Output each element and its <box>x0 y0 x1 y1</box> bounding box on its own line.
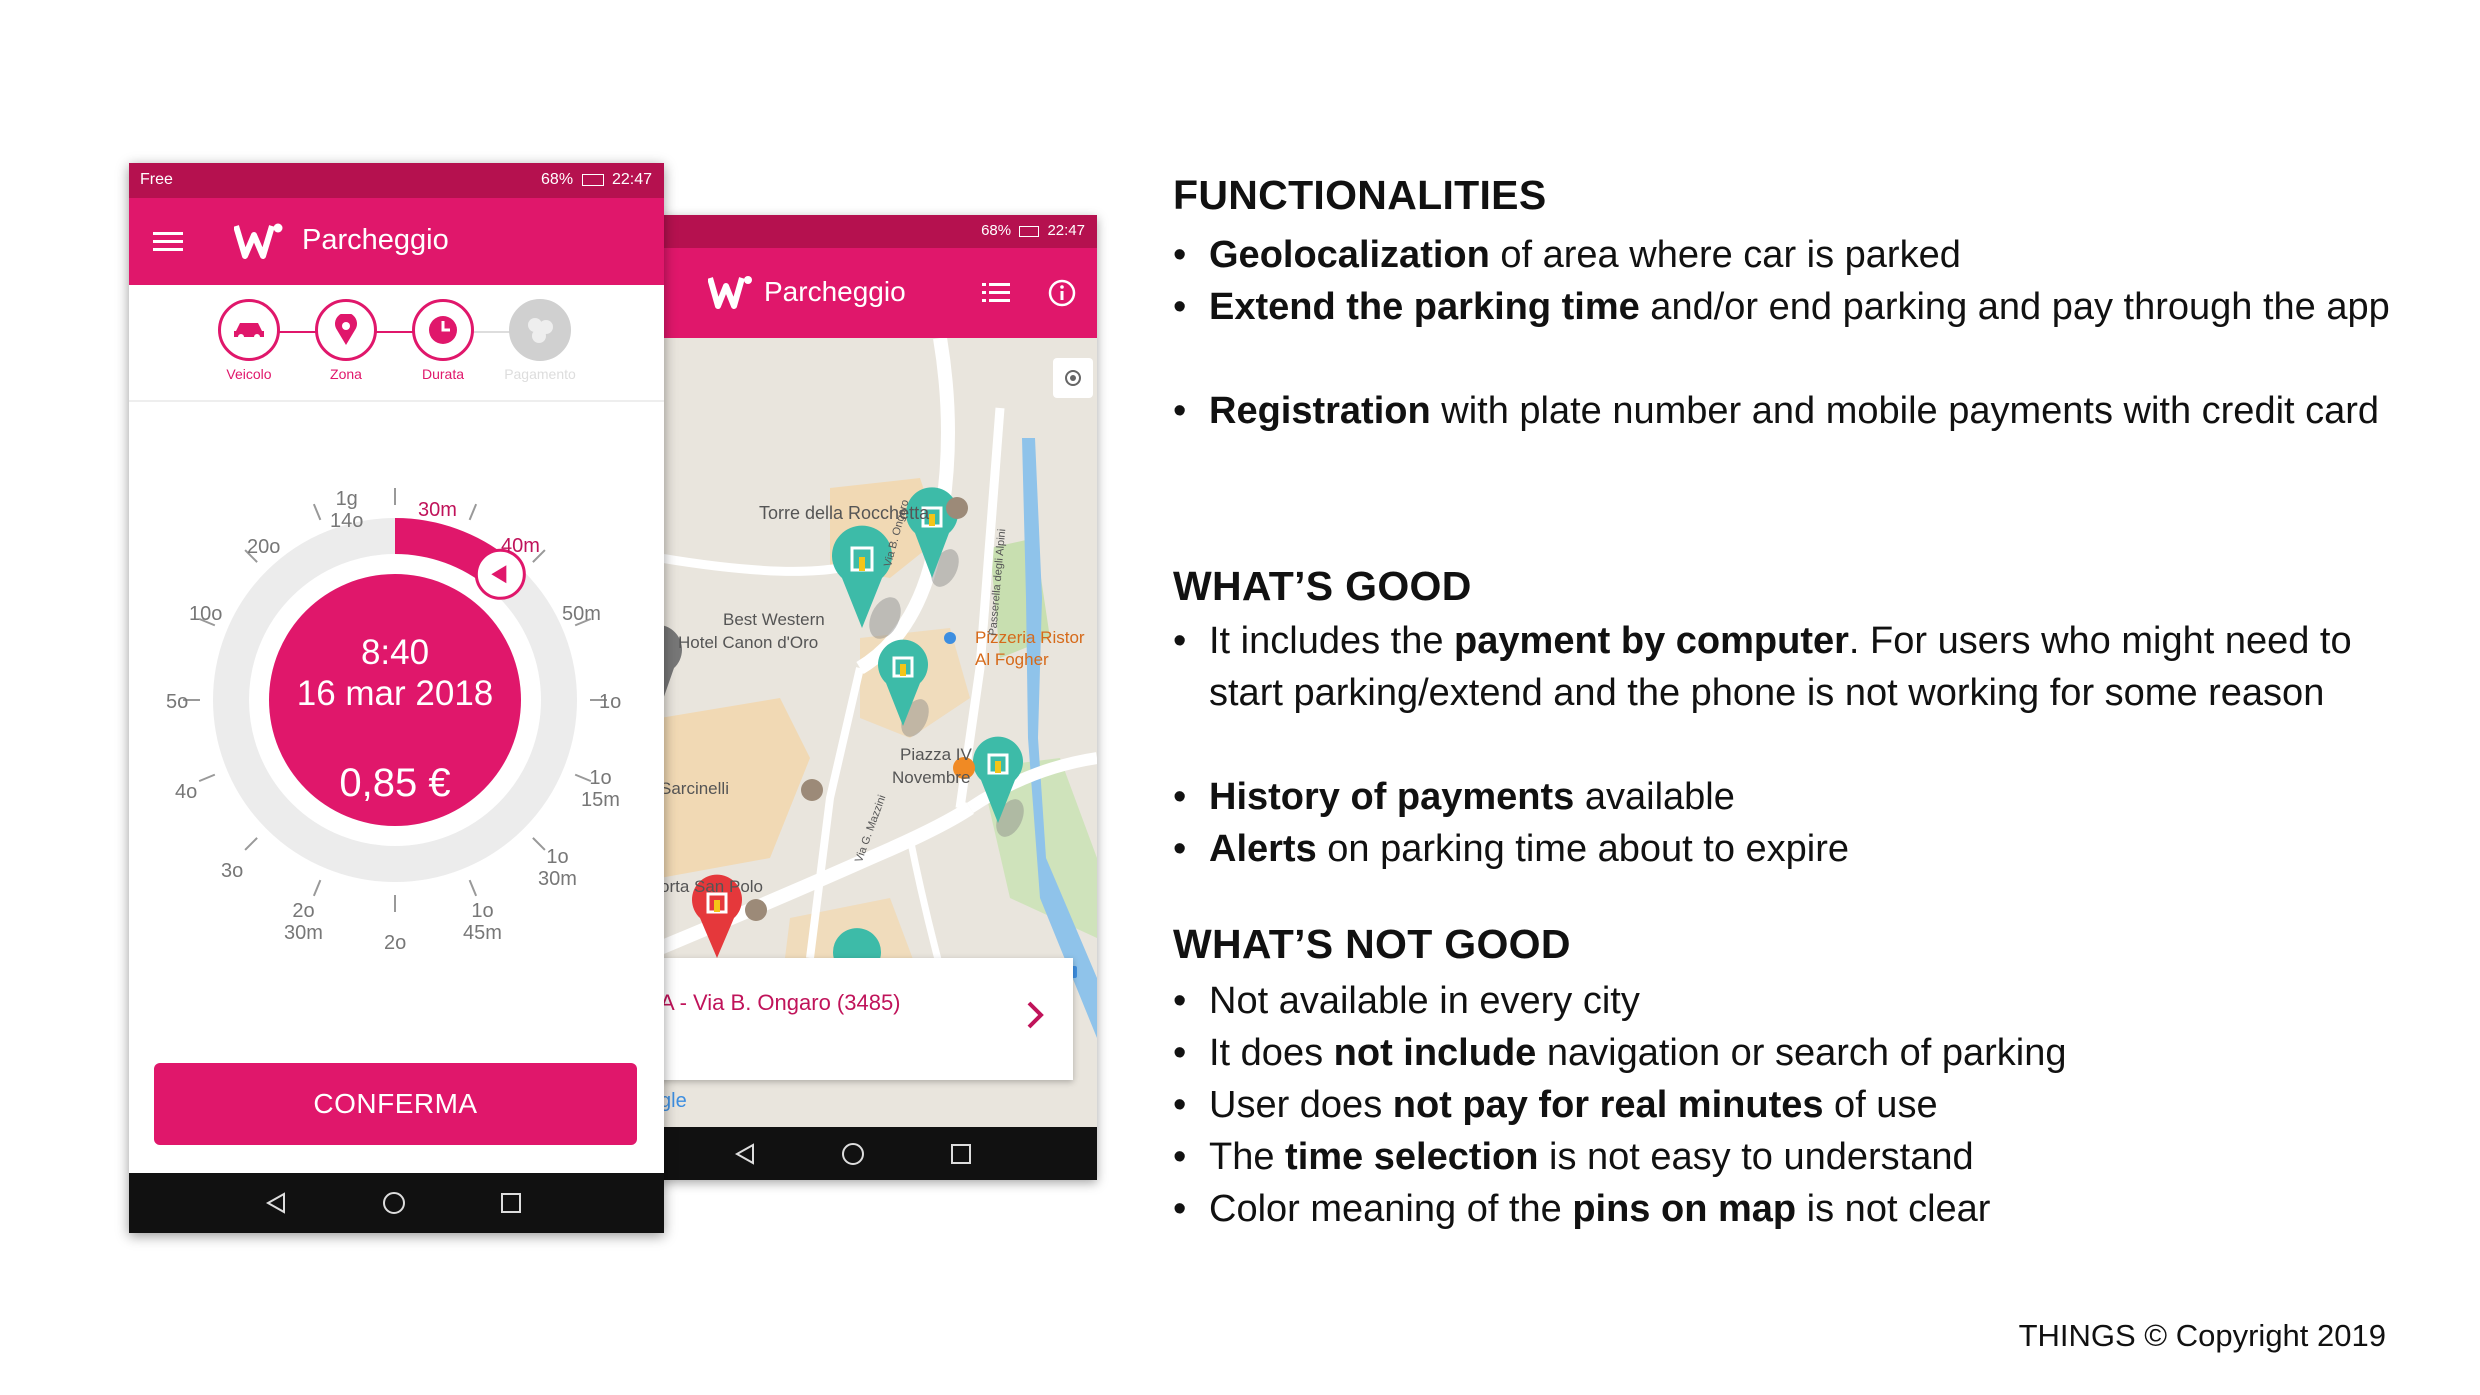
google-attribution: gle <box>660 1090 687 1112</box>
coins-icon <box>509 299 571 361</box>
step-label: Pagamento <box>504 366 576 382</box>
whats-not-good-heading: WHAT’S NOT GOOD <box>1173 921 1571 967</box>
end-date: 16 mar 2018 <box>296 674 494 713</box>
app-bar: Parcheggio <box>129 198 664 285</box>
app-title: Parcheggio <box>302 224 449 256</box>
dial-handle[interactable] <box>474 548 526 600</box>
parking-info-card[interactable]: A - Via B. Ongaro (3485) <box>660 958 1073 1080</box>
dial-label: 1o <box>599 691 622 713</box>
car-icon <box>218 299 280 361</box>
end-time: 8:40 <box>360 633 430 672</box>
home-nav-icon[interactable] <box>381 1190 407 1216</box>
dial-label: 1o 15m <box>581 767 620 811</box>
back-nav-icon[interactable] <box>733 1142 757 1166</box>
list-item: • User does not pay for real minutes of u… <box>1173 1084 1938 1126</box>
app-logo-icon <box>708 276 752 309</box>
status-indicators: 68% 22:47 <box>541 171 652 189</box>
app-logo-icon <box>234 223 283 259</box>
step-vehicle[interactable]: Veicolo <box>204 299 294 382</box>
list-item: • Geolocalization of area where car is pa… <box>1173 234 1961 276</box>
info-icon[interactable] <box>1047 278 1077 308</box>
status-bar: 68% 22:47 <box>660 215 1097 248</box>
chevron-right-icon[interactable] <box>1026 1000 1044 1030</box>
carrier-name: Free <box>140 171 173 188</box>
dial-label: 1g 14o <box>330 488 364 532</box>
map-label: Hotel Canon d'Oro <box>678 633 819 652</box>
map-phone-screenshot: 68% 22:47 Parcheggio Torre della Rocchet… <box>660 215 1097 1180</box>
step-label: Zona <box>330 366 362 382</box>
map-label: orta San Polo <box>660 877 764 896</box>
dial-label: 2o 30m <box>284 900 323 944</box>
android-nav-bar <box>129 1173 664 1233</box>
status-bar: Free 68% 22:47 <box>129 163 664 198</box>
map-label: Al Fogher <box>975 650 1049 669</box>
step-label: Veicolo <box>226 366 272 382</box>
list-item: • Not available in every city <box>1173 980 1640 1022</box>
status-indicators: 68% 22:47 <box>981 222 1085 239</box>
timer-phone-screenshot: Free 68% 22:47 Parcheggio Veicolo Zona D… <box>129 163 664 1233</box>
dial-label: 10o <box>189 603 223 625</box>
confirm-button[interactable]: CONFERMA <box>154 1063 637 1145</box>
dial-label: 20o <box>247 536 281 558</box>
battery-level: 68% <box>541 171 574 188</box>
dial-tick <box>244 837 258 851</box>
dial-tick <box>468 879 478 897</box>
app-title: Parcheggio <box>764 276 906 307</box>
step-payment: Pagamento <box>495 299 585 382</box>
dial-label-selected: 30m <box>418 499 457 521</box>
home-nav-icon[interactable] <box>840 1141 866 1167</box>
list-item: • History of payments available <box>1173 776 1735 818</box>
app-bar: Parcheggio <box>660 248 1097 338</box>
status-time: 22:47 <box>611 171 652 188</box>
clock-icon <box>412 299 474 361</box>
dial-tick <box>468 503 478 521</box>
dial-tick <box>312 879 322 897</box>
dial-tick <box>312 503 322 521</box>
whats-good-heading: WHAT’S GOOD <box>1173 563 1472 609</box>
location-pin-icon <box>315 299 377 361</box>
dial-label: 3o <box>221 860 244 882</box>
dial-label: 40m <box>501 535 540 557</box>
dial-label: 50m <box>562 603 601 625</box>
android-nav-bar <box>660 1127 1097 1180</box>
list-item: • It does not include navigation or searc… <box>1173 1032 2067 1074</box>
recents-nav-icon[interactable] <box>499 1191 523 1215</box>
back-nav-icon[interactable] <box>264 1191 288 1215</box>
price: 0,85 € <box>339 761 451 805</box>
dial-label: 4o <box>175 781 198 803</box>
stepper: Veicolo Zona Durata Pagamento <box>129 285 664 402</box>
list-item: • It includes the payment by computer. Fo… <box>1173 620 2352 714</box>
dial-tick <box>198 773 216 783</box>
parking-zone-label: A - Via B. Ongaro (3485) <box>660 990 901 1015</box>
functionalities-heading: FUNCTIONALITIES <box>1173 172 1547 218</box>
hamburger-menu-icon[interactable] <box>153 230 183 254</box>
map-label: Novembre <box>892 768 971 787</box>
battery-icon <box>1019 225 1040 237</box>
list-view-icon[interactable] <box>982 280 1010 306</box>
map-label: Sarcinelli <box>660 779 729 798</box>
step-label: Durata <box>421 366 465 382</box>
battery-level: 68% <box>981 222 1012 239</box>
list-item: • Extend the parking time and/or end park… <box>1173 286 2390 328</box>
map-label: Best Western <box>723 610 825 629</box>
step-duration[interactable]: Durata <box>398 299 488 382</box>
dial-label: 1o 45m <box>463 900 502 944</box>
map-label: Piazza IV <box>900 745 972 764</box>
battery-icon <box>581 173 604 186</box>
list-item: • The time selection is not easy to under… <box>1173 1136 1974 1178</box>
copyright-text: THINGS © Copyright 2019 <box>2018 1318 2386 1353</box>
step-zone[interactable]: Zona <box>301 299 391 382</box>
status-time: 22:47 <box>1047 222 1085 239</box>
list-item: • Alerts on parking time about to expire <box>1173 828 1850 870</box>
list-item: • Color meaning of the pins on map is not… <box>1173 1188 1991 1230</box>
dial-label: 5o <box>166 691 189 713</box>
recents-nav-icon[interactable] <box>949 1142 973 1166</box>
list-item: • Registration with plate number and mobi… <box>1173 390 2380 432</box>
dial-label: 2o <box>384 932 407 954</box>
dial-label: 1o 30m <box>538 846 577 890</box>
